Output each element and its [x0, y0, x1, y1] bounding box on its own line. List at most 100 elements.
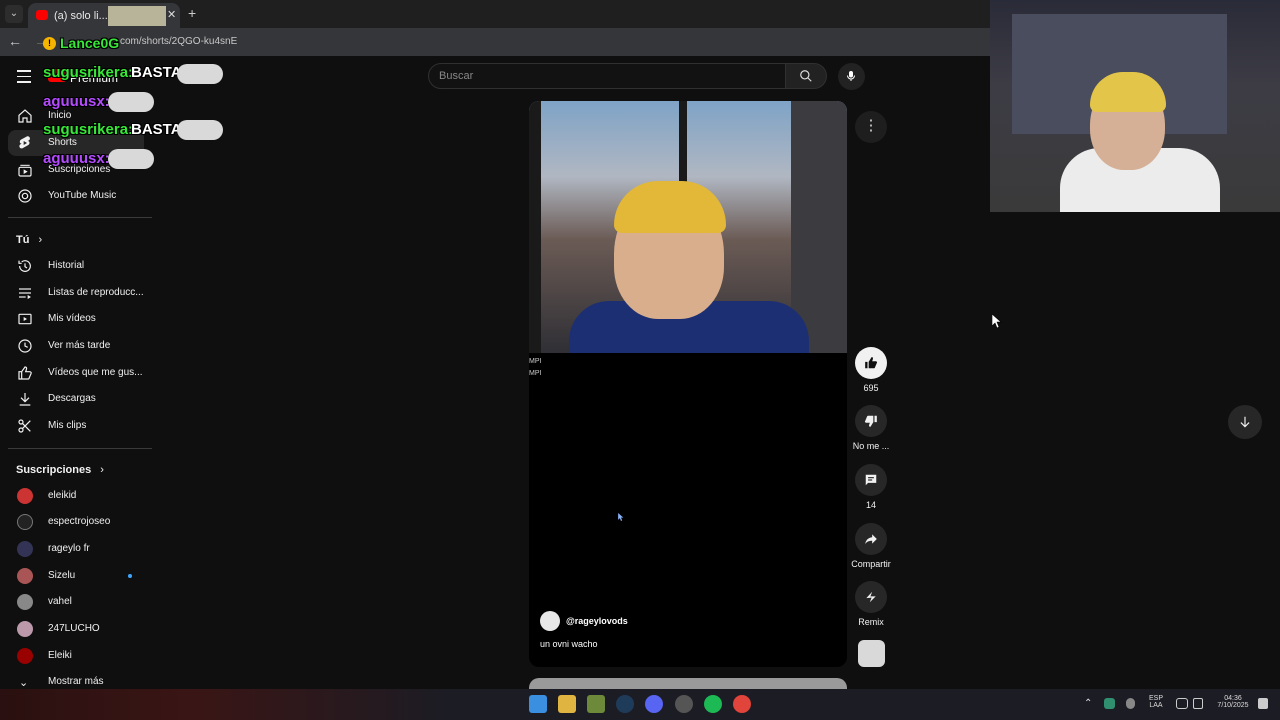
- sidebar-item-label: Historial: [48, 260, 85, 271]
- coin-badge-icon: !: [43, 37, 56, 50]
- sidebar-sub-eleiki[interactable]: Eleiki: [0, 643, 150, 669]
- new-tab-button[interactable]: +: [188, 5, 196, 21]
- microphone-icon: [847, 71, 855, 81]
- clock[interactable]: 04:36 7/10/2025: [1208, 695, 1258, 709]
- chat-message: BASTA: [131, 64, 182, 81]
- sidebar-item-label: Eleiki: [48, 650, 72, 661]
- sidebar-item-historial[interactable]: Historial: [0, 253, 150, 279]
- network-icon[interactable]: [1176, 698, 1188, 709]
- search-button[interactable]: [786, 63, 827, 89]
- volume-icon[interactable]: [1193, 698, 1203, 709]
- tab-close-icon[interactable]: ✕: [167, 8, 176, 21]
- sidebar-item-descargas[interactable]: Descargas: [0, 386, 150, 412]
- sidebar-item-label: Descargas: [48, 393, 96, 404]
- sidebar-item-label: Inicio: [48, 110, 72, 121]
- sidebar-item-label: Mis vídeos: [48, 313, 96, 324]
- sidebar-item-mis-clips[interactable]: Mis clips: [0, 413, 150, 439]
- microphone-tray-icon[interactable]: [1126, 698, 1135, 709]
- sidebar-section-subscriptions[interactable]: Suscripciones ›: [16, 464, 104, 476]
- sidebar-item-label: espectrojoseo: [48, 516, 111, 527]
- sidebar-item-label: YouTube Music: [48, 190, 117, 201]
- sidebar-item-listas[interactable]: Listas de reproducc...: [0, 280, 150, 306]
- comments-button[interactable]: [855, 464, 887, 496]
- more-vert-icon: ⋮: [863, 117, 879, 134]
- mp-label: MPI: [529, 370, 542, 377]
- url-field[interactable]: com/shorts/2QGO-ku4snE: [120, 36, 237, 47]
- notifications-icon[interactable]: [1258, 698, 1268, 709]
- share-button[interactable]: [855, 523, 887, 555]
- back-arrow-icon[interactable]: ←: [8, 33, 22, 49]
- channel-name[interactable]: @rageylovods: [566, 616, 628, 626]
- chat-username: aguuusx:: [43, 93, 110, 110]
- liked-icon: [18, 366, 32, 380]
- sidebar-item-label: rageylo fr: [48, 543, 90, 554]
- thumbs-down-icon: [864, 415, 877, 427]
- sidebar-section-you[interactable]: Tú ›: [16, 234, 42, 246]
- sidebar-item-label: vahel: [48, 596, 72, 607]
- windows-start-icon[interactable]: [529, 695, 547, 713]
- sidebar-divider: [8, 217, 152, 218]
- sidebar-sub-rageylo-fr[interactable]: rageylo fr: [0, 536, 150, 562]
- next-short-button[interactable]: [1228, 405, 1262, 439]
- sidebar-item-label: Mis clips: [48, 420, 87, 431]
- sidebar-sub-espectrojoseo[interactable]: espectrojoseo: [0, 509, 150, 535]
- steam-icon[interactable]: [616, 695, 634, 713]
- browser-tab[interactable]: (a) solo li... ✕: [28, 3, 180, 28]
- sound-thumbnail[interactable]: [858, 640, 885, 667]
- sidebar-item-label: Ver más tarde: [48, 340, 111, 351]
- dislike-label: No me ...: [852, 441, 890, 451]
- chrome-icon[interactable]: [733, 695, 751, 713]
- playlists-icon: [19, 288, 31, 299]
- tab-search-dropdown[interactable]: ⌄: [5, 5, 23, 23]
- voice-search-button[interactable]: [838, 63, 865, 90]
- sidebar-show-more[interactable]: ⌄ Mostrar más: [0, 669, 150, 689]
- short-video-player[interactable]: [529, 101, 847, 353]
- sidebar-sub-sizelu[interactable]: Sizelu: [0, 563, 150, 589]
- more-options-button[interactable]: ⋮: [855, 111, 887, 143]
- chat-emote-icon: [108, 92, 154, 112]
- obs-icon[interactable]: [675, 695, 693, 713]
- sidebar-item-mis-videos[interactable]: Mis vídeos: [0, 306, 150, 332]
- tray-app-icon[interactable]: [1104, 698, 1115, 709]
- sidebar-sub-eleikid[interactable]: eleikid: [0, 483, 150, 509]
- chat-username: sugusrikera:: [43, 64, 134, 81]
- sidebar-sub-vahel[interactable]: vahel: [0, 589, 150, 615]
- avatar: [17, 594, 33, 610]
- sidebar-item-label: Sizelu: [48, 570, 76, 581]
- music-icon: [18, 189, 32, 203]
- comment-count: 14: [865, 500, 876, 510]
- discord-icon[interactable]: [645, 695, 663, 713]
- menu-icon[interactable]: [17, 70, 31, 87]
- like-button[interactable]: [855, 347, 887, 379]
- chat-username: aguuusx:: [43, 150, 110, 167]
- remix-icon: [866, 591, 876, 603]
- sidebar-sub-247lucho[interactable]: 247LUCHO: [0, 616, 150, 642]
- sidebar-item-ver-mas-tarde[interactable]: Ver más tarde: [0, 333, 150, 359]
- channel-avatar[interactable]: [540, 611, 560, 631]
- search-input[interactable]: Buscar: [428, 63, 786, 89]
- language-indicator[interactable]: ESP LAA: [1146, 695, 1166, 709]
- arrow-down-icon: [1240, 416, 1250, 428]
- chat-emote-icon: [177, 64, 223, 84]
- new-content-dot: [128, 574, 132, 578]
- chat-username: sugusrikera:: [43, 121, 134, 138]
- my-videos-icon: [18, 313, 32, 325]
- sidebar-item-videos-que-me-gustan[interactable]: Vídeos que me gus...: [0, 360, 150, 386]
- minecraft-icon[interactable]: [587, 695, 605, 713]
- tab-title: (a) solo li...: [54, 10, 108, 22]
- sidebar-item-youtube-music[interactable]: YouTube Music: [0, 183, 150, 209]
- avatar: [17, 541, 33, 557]
- watch-later-icon: [18, 339, 32, 353]
- remix-button[interactable]: [855, 581, 887, 613]
- spotify-icon[interactable]: [704, 695, 722, 713]
- file-explorer-icon[interactable]: [558, 695, 576, 713]
- avatar: [17, 621, 33, 637]
- language-code: ESP: [1148, 695, 1163, 702]
- clock-date: 7/10/2025: [1217, 702, 1249, 709]
- mouse-cursor-icon: [992, 314, 1002, 328]
- donor-name: Lance0G: [60, 35, 120, 51]
- tray-chevron-up-icon[interactable]: ⌃: [1084, 698, 1092, 709]
- dislike-button[interactable]: [855, 405, 887, 437]
- tab-preview-image: [108, 6, 166, 26]
- windows-taskbar: ⌃ ESP LAA 04:36 7/10/2025: [0, 689, 1280, 720]
